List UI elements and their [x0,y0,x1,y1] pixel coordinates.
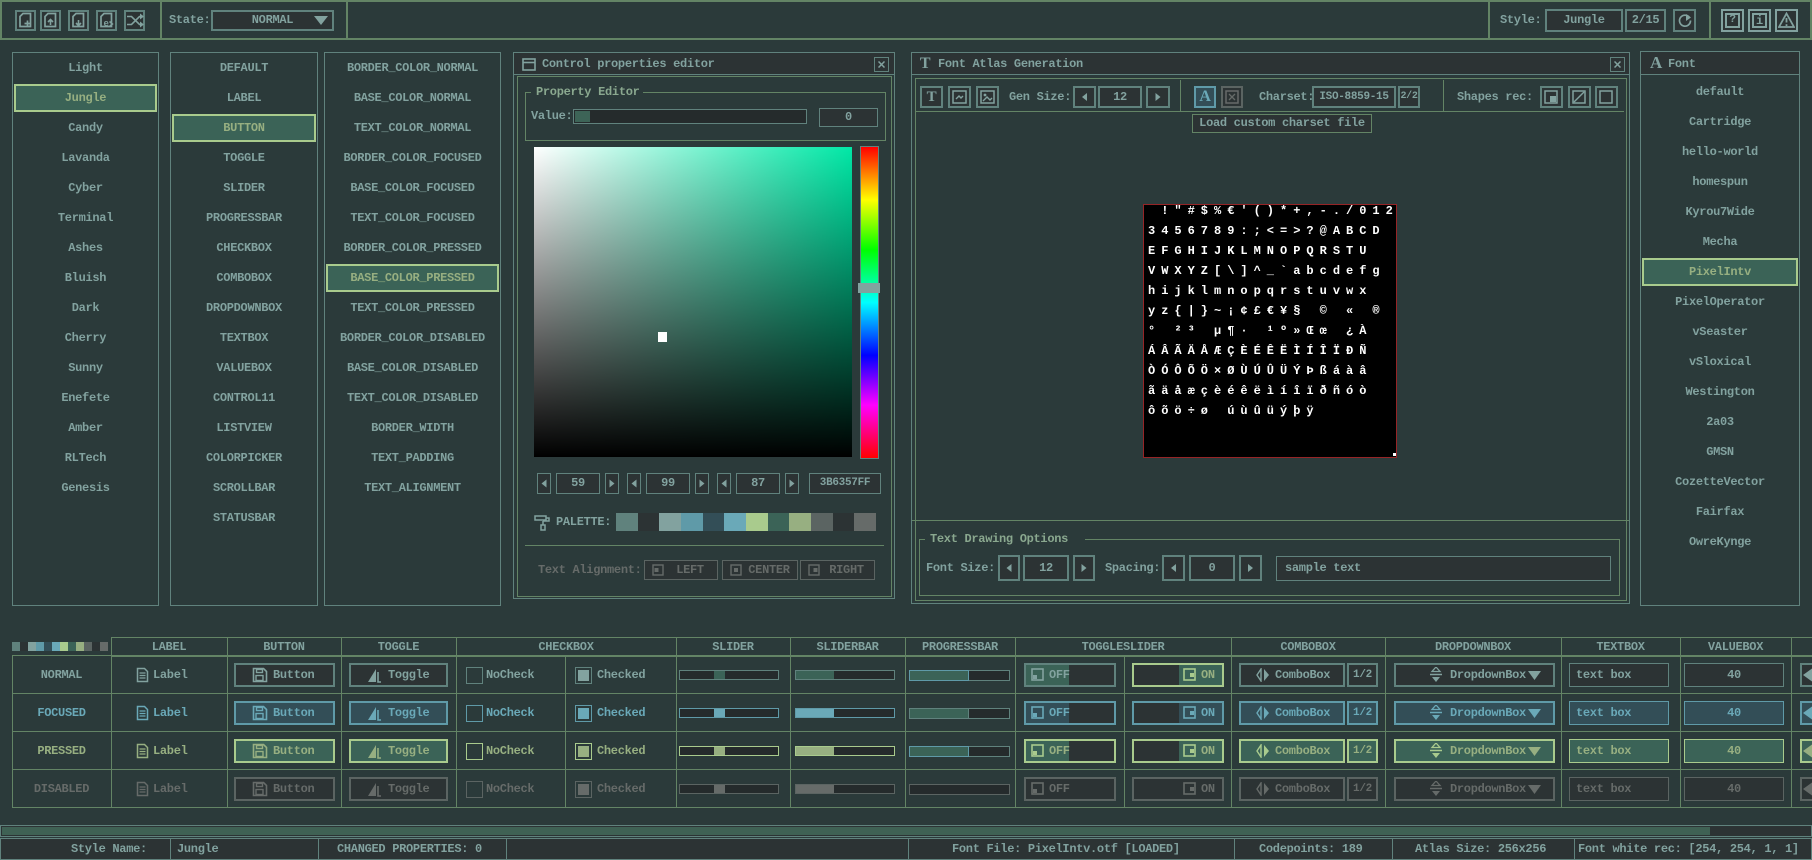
svg-text:e: e [104,19,109,29]
